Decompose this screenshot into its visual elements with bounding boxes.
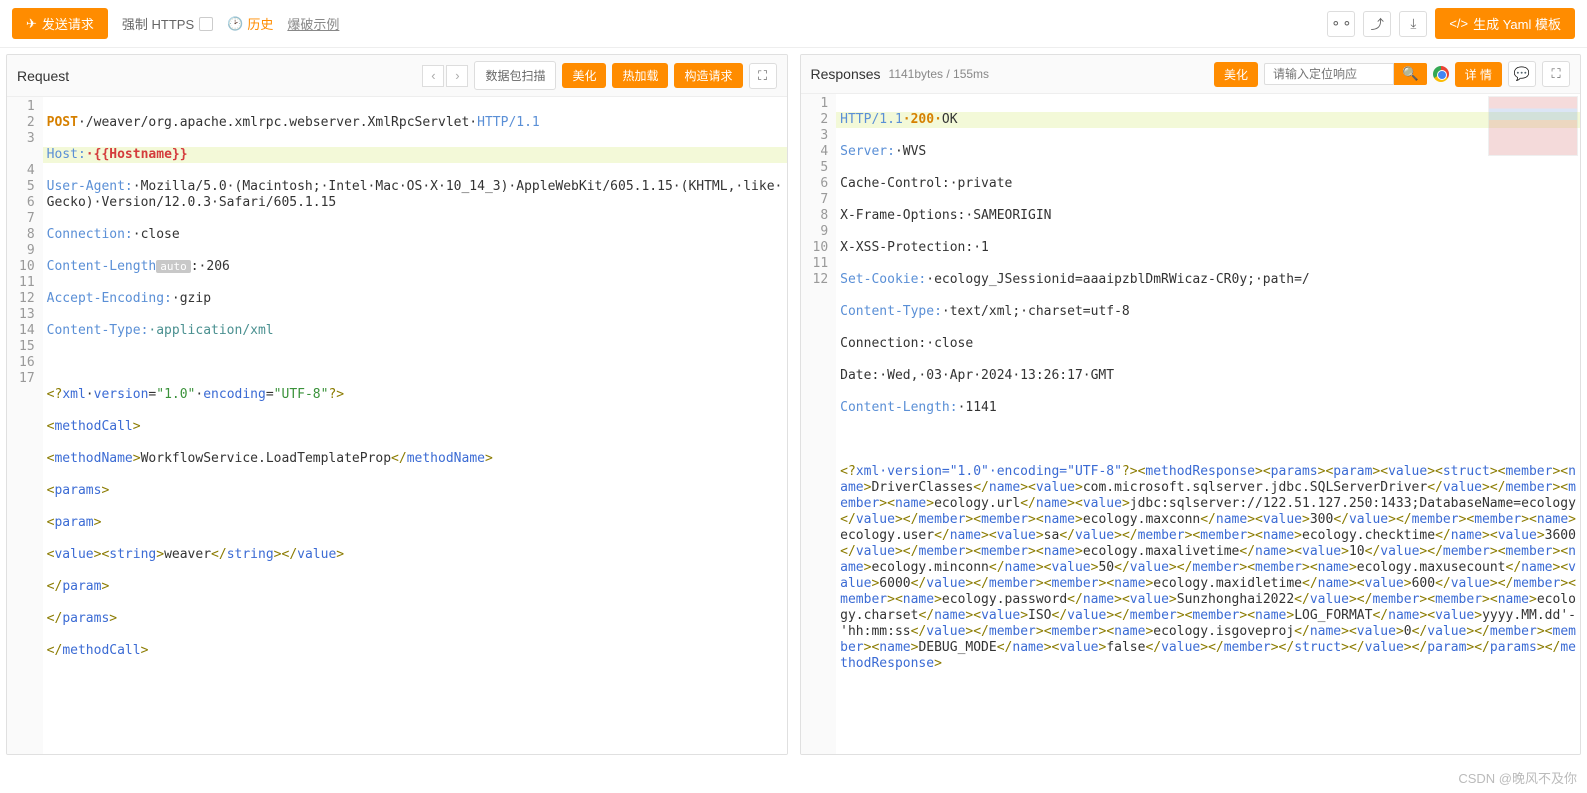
- demo-link[interactable]: 爆破示例: [287, 14, 339, 33]
- export-icon: ⤴: [1371, 14, 1384, 33]
- share-icon: ⚬⚬: [1330, 16, 1352, 32]
- next-button[interactable]: ›: [446, 65, 468, 87]
- send-label: 发送请求: [42, 14, 94, 33]
- send-icon: ✈: [26, 16, 37, 32]
- export-button[interactable]: ⤴: [1363, 11, 1391, 37]
- resp-expand-button[interactable]: ⛶: [1542, 61, 1570, 87]
- response-stats: 1141bytes / 155ms: [889, 67, 990, 81]
- hotload-button[interactable]: 热加载: [612, 63, 668, 88]
- response-code[interactable]: 123456789101112 HTTP/1.1·200·OK Server:·…: [801, 94, 1581, 754]
- gen-yaml-label: 生成 Yaml 模板: [1473, 14, 1561, 33]
- response-body: HTTP/1.1·200·OK Server:·WVS Cache-Contro…: [836, 94, 1580, 754]
- response-panel: Responses 1141bytes / 155ms 美化 🔍 详 情 💬 ⛶…: [800, 54, 1582, 755]
- minimap[interactable]: [1488, 96, 1578, 156]
- gen-yaml-button[interactable]: </> 生成 Yaml 模板: [1435, 8, 1575, 39]
- response-header: Responses 1141bytes / 155ms 美化 🔍 详 情 💬 ⛶: [801, 55, 1581, 94]
- watermark: CSDN @晚风不及你: [1458, 768, 1577, 787]
- force-https-checkbox[interactable]: 强制 HTTPS: [122, 14, 213, 33]
- response-title: Responses: [811, 66, 881, 82]
- code-icon: </>: [1449, 16, 1468, 31]
- beautify-button[interactable]: 美化: [562, 63, 606, 88]
- history-label: 历史: [247, 14, 273, 33]
- expand-button[interactable]: ⛶: [749, 63, 777, 89]
- clock-icon: 🕑: [227, 16, 243, 32]
- scan-button[interactable]: 数据包扫描: [474, 61, 556, 90]
- prev-button[interactable]: ‹: [422, 65, 444, 87]
- request-title: Request: [17, 68, 69, 84]
- search-button[interactable]: 🔍: [1394, 63, 1427, 85]
- request-body: POST·/weaver/org.apache.xmlrpc.webserver…: [43, 97, 787, 754]
- force-https-label: 强制 HTTPS: [122, 14, 194, 33]
- construct-button[interactable]: 构造请求: [674, 63, 742, 88]
- request-header: Request ‹ › 数据包扫描 美化 热加载 构造请求 ⛶: [7, 55, 787, 97]
- response-gutter: 123456789101112: [801, 94, 837, 754]
- send-request-button[interactable]: ✈ 发送请求: [12, 8, 108, 39]
- share-button[interactable]: ⚬⚬: [1327, 11, 1355, 37]
- search-box: 🔍: [1264, 63, 1427, 85]
- history-link[interactable]: 🕑 历史: [227, 14, 273, 33]
- request-code[interactable]: 123 4567891011121314151617 POST·/weaver/…: [7, 97, 787, 754]
- panels: Request ‹ › 数据包扫描 美化 热加载 构造请求 ⛶ 123 4567…: [0, 48, 1587, 761]
- download-button[interactable]: ⤓: [1399, 11, 1427, 37]
- detail-button[interactable]: 详 情: [1455, 62, 1502, 87]
- resp-beautify-button[interactable]: 美化: [1214, 62, 1258, 87]
- chrome-icon[interactable]: [1433, 66, 1449, 82]
- request-panel: Request ‹ › 数据包扫描 美化 热加载 构造请求 ⛶ 123 4567…: [6, 54, 788, 755]
- comment-button[interactable]: 💬: [1508, 61, 1536, 87]
- request-gutter: 123 4567891011121314151617: [7, 97, 43, 754]
- download-icon: ⤓: [1410, 16, 1416, 32]
- search-icon: 🔍: [1402, 66, 1419, 81]
- checkbox-icon: [199, 17, 213, 31]
- top-bar: ✈ 发送请求 强制 HTTPS 🕑 历史 爆破示例 ⚬⚬ ⤴ ⤓ </> 生成 …: [0, 0, 1587, 48]
- search-input[interactable]: [1264, 63, 1394, 85]
